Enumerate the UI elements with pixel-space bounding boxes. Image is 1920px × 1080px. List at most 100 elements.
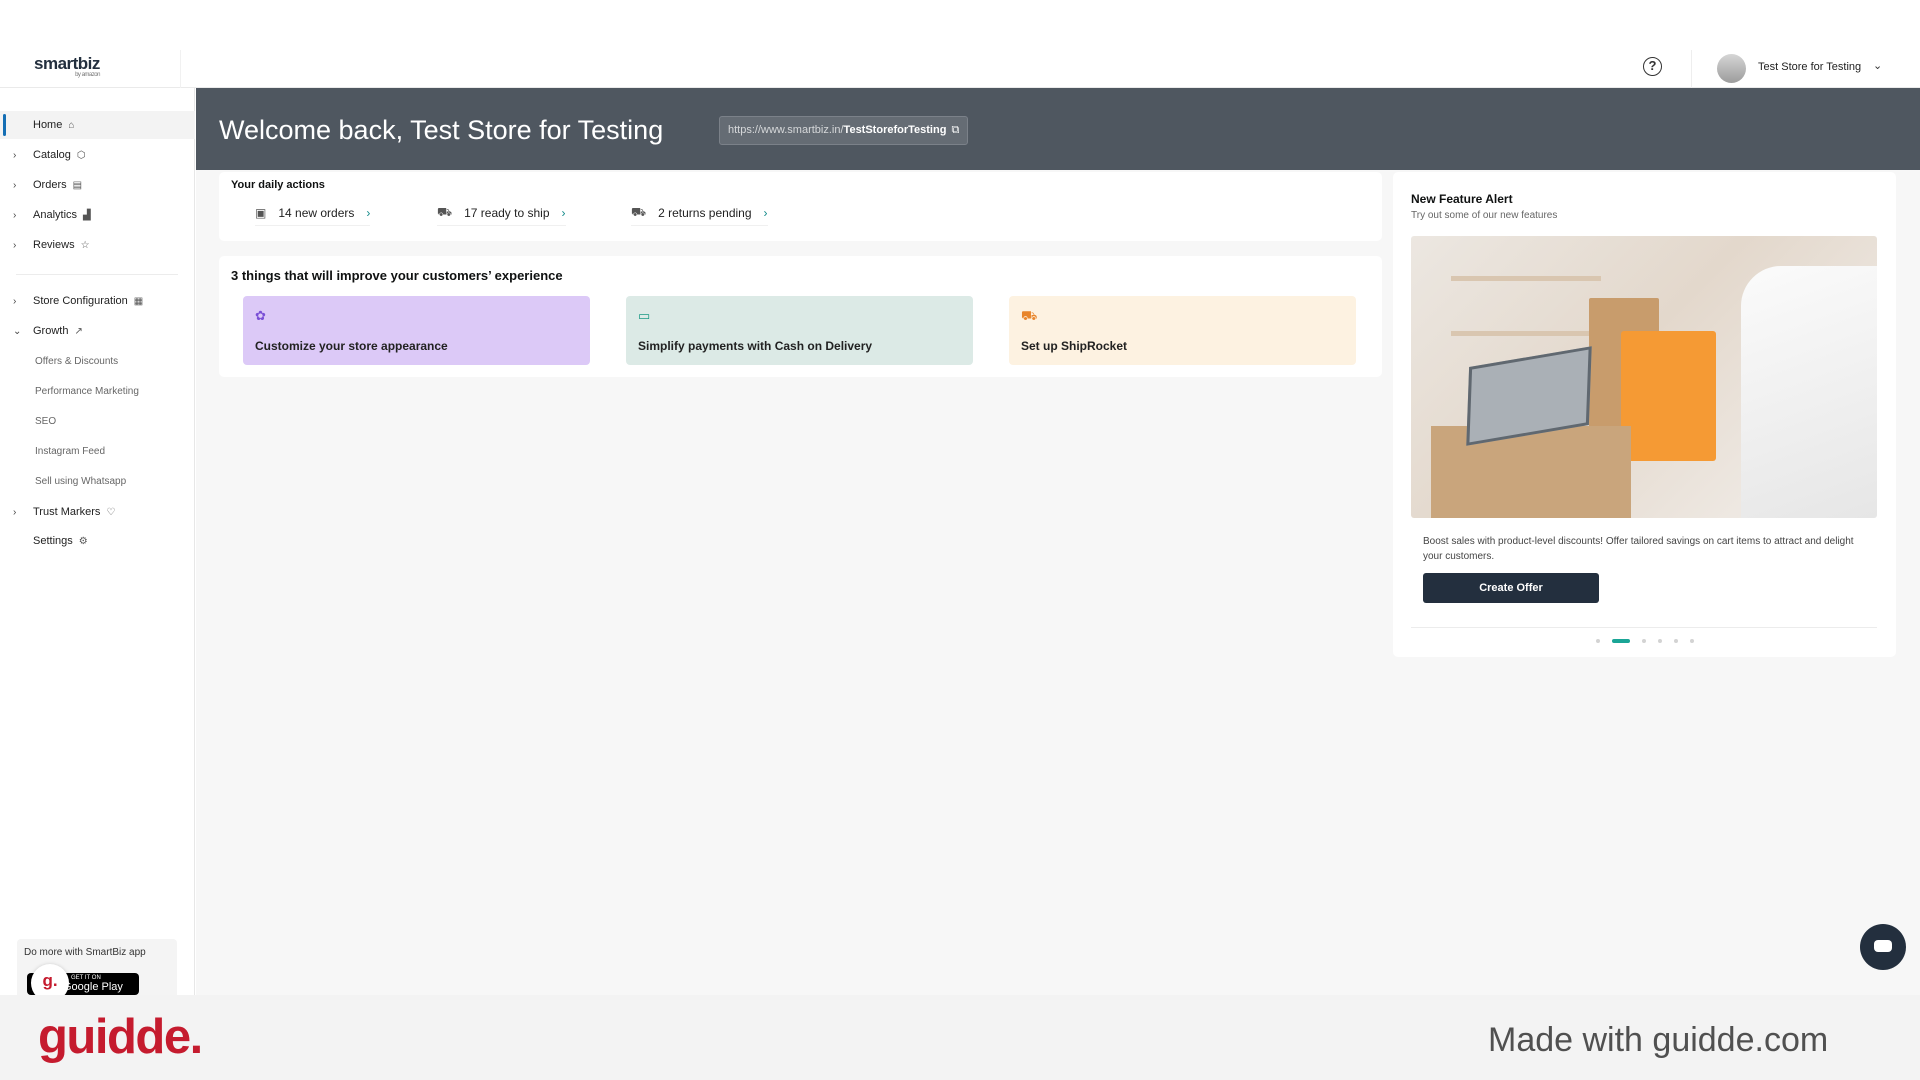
top-bar: smartbiz by amazon ? Test Store for Test…: [0, 50, 1920, 88]
carousel-dot[interactable]: [1596, 639, 1600, 643]
feature-subtitle: Try out some of our new features: [1411, 210, 1557, 221]
chevron-right-icon: ›: [562, 206, 566, 220]
gear-icon: ⚙: [79, 536, 88, 547]
shield-icon: ♡: [106, 507, 115, 518]
customize-appearance-card[interactable]: ✿ Customize your store appearance: [243, 296, 590, 365]
carousel-dot[interactable]: [1690, 639, 1694, 643]
sidebar-item-home[interactable]: Home ⌂: [0, 111, 195, 139]
divider: [180, 50, 181, 88]
chevron-right-icon: ›: [13, 150, 16, 161]
feature-description: Boost sales with product-level discounts…: [1423, 534, 1873, 564]
sidebar-item-label: Store Configuration: [33, 295, 128, 307]
guidde-logo: guidde.: [38, 1009, 202, 1065]
play-text: Google Play: [63, 981, 123, 993]
daily-actions-title: Your daily actions: [231, 179, 325, 191]
chevron-right-icon: ›: [366, 206, 370, 220]
store-icon: ▦: [134, 296, 143, 307]
carousel-dot[interactable]: [1642, 639, 1646, 643]
new-feature-panel: New Feature Alert Try out some of our ne…: [1393, 172, 1896, 657]
sidebar-item-trust-markers[interactable]: › Trust Markers ♡: [0, 498, 195, 526]
feature-image: [1411, 236, 1877, 518]
shelf: [1451, 331, 1601, 336]
shiprocket-card[interactable]: ⛟ Set up ShipRocket: [1009, 296, 1356, 365]
chevron-right-icon: ›: [13, 240, 16, 251]
ready-to-ship-chip[interactable]: ⛟ 17 ready to ship ›: [437, 201, 566, 226]
card-label: Set up ShipRocket: [1021, 339, 1127, 353]
sidebar-item-analytics[interactable]: › Analytics▟: [0, 201, 195, 229]
feature-title: New Feature Alert: [1411, 192, 1513, 206]
sidebar-subitem-offers[interactable]: Offers & Discounts: [35, 356, 118, 367]
app-promo-text: Do more with SmartBiz app: [24, 947, 146, 958]
carousel-dot[interactable]: [1674, 639, 1678, 643]
sidebar-subitem-performance-marketing[interactable]: Performance Marketing: [35, 386, 139, 397]
improve-title: 3 things that will improve your customer…: [231, 268, 563, 283]
orange-bag: [1621, 331, 1716, 461]
sidebar-item-label: Catalog: [33, 149, 71, 161]
catalog-icon: ⬡: [77, 150, 86, 161]
sidebar-item-label: Home: [33, 119, 62, 131]
return-truck-icon: ⛟: [631, 205, 646, 221]
smartbiz-logo[interactable]: smartbiz by amazon: [34, 54, 100, 78]
chevron-down-icon: ⌄: [13, 326, 21, 337]
daily-actions-panel: Your daily actions ▣ 14 new orders › ⛟ 1…: [219, 172, 1382, 241]
cash-icon: ▭: [638, 308, 650, 324]
calendar-icon: ▣: [255, 206, 266, 220]
divider: [1691, 50, 1692, 88]
delivery-truck-icon: ⛟: [1021, 308, 1037, 326]
returns-pending-chip[interactable]: ⛟ 2 returns pending ›: [631, 201, 768, 226]
trend-up-icon: ↗: [74, 326, 82, 337]
logo-text: smartbiz: [34, 54, 100, 73]
white-garment: [1741, 266, 1877, 518]
carousel-dots[interactable]: [1393, 639, 1896, 643]
store-switcher-label[interactable]: Test Store for Testing: [1758, 61, 1861, 73]
sidebar-item-orders[interactable]: › Orders▤: [0, 171, 195, 199]
orders-icon: ▤: [73, 180, 82, 191]
chevron-right-icon: ›: [13, 210, 16, 221]
chip-label: 2 returns pending: [658, 206, 751, 220]
improve-experience-panel: 3 things that will improve your customer…: [219, 256, 1382, 377]
sidebar: Home⌂ › Catalog⬡ › Orders▤ › Analytics▟ …: [0, 88, 195, 995]
sidebar-subitem-sell-using-whatsapp[interactable]: Sell using Whatsapp: [35, 476, 126, 487]
sidebar-item-reviews[interactable]: › Reviews☆: [0, 231, 195, 259]
palette-icon: ✿: [255, 308, 266, 324]
url-store: TestStoreforTesting: [844, 124, 947, 136]
new-orders-chip[interactable]: ▣ 14 new orders ›: [255, 201, 370, 226]
truck-icon: ⛟: [437, 205, 452, 221]
sidebar-item-label: Trust Markers: [33, 506, 100, 518]
card-label: Simplify payments with Cash on Delivery: [638, 339, 872, 353]
home-icon: ⌂: [68, 120, 74, 131]
divider: [16, 274, 178, 275]
create-offer-button[interactable]: Create Offer: [1423, 573, 1599, 603]
sidebar-item-label: Analytics: [33, 209, 77, 221]
sidebar-subitem-seo[interactable]: SEO: [35, 416, 56, 427]
cash-on-delivery-card[interactable]: ▭ Simplify payments with Cash on Deliver…: [626, 296, 973, 365]
external-link-icon: ⧉: [951, 124, 959, 136]
sidebar-item-label: Orders: [33, 179, 67, 191]
sidebar-item-store-configuration[interactable]: › Store Configuration ▦: [0, 287, 195, 315]
made-with-text: Made with guidde.com: [1488, 1021, 1828, 1060]
url-prefix: https://www.smartbiz.in/: [728, 124, 844, 136]
card-label: Customize your store appearance: [255, 339, 448, 353]
avatar[interactable]: [1717, 54, 1746, 83]
guidde-footer: guidde. Made with guidde.com: [0, 995, 1920, 1080]
cardboard-box: [1431, 426, 1631, 518]
sidebar-item-catalog[interactable]: › Catalog ⬡: [0, 141, 195, 169]
chevron-right-icon: ›: [13, 296, 16, 307]
chip-label: 17 ready to ship: [464, 206, 549, 220]
help-icon[interactable]: ?: [1643, 57, 1662, 76]
chevron-right-icon: ›: [13, 507, 16, 518]
play-small-text: GET IT ON: [71, 975, 101, 981]
main-content: Welcome back, Test Store for Testing htt…: [196, 88, 1920, 995]
chat-icon[interactable]: [1860, 924, 1906, 970]
shelf: [1451, 276, 1601, 281]
sidebar-item-settings[interactable]: Settings⚙: [0, 527, 195, 555]
divider: [1411, 627, 1877, 628]
page-title: Welcome back, Test Store for Testing: [219, 115, 663, 146]
sidebar-subitem-instagram-feed[interactable]: Instagram Feed: [35, 446, 105, 457]
chip-label: 14 new orders: [278, 206, 354, 220]
carousel-dot[interactable]: [1612, 639, 1630, 643]
chevron-down-icon[interactable]: ⌄: [1873, 59, 1882, 72]
sidebar-item-growth[interactable]: ⌄ Growth↗: [0, 317, 195, 345]
store-url-link[interactable]: https://www.smartbiz.in/TestStoreforTest…: [719, 116, 968, 145]
carousel-dot[interactable]: [1658, 639, 1662, 643]
